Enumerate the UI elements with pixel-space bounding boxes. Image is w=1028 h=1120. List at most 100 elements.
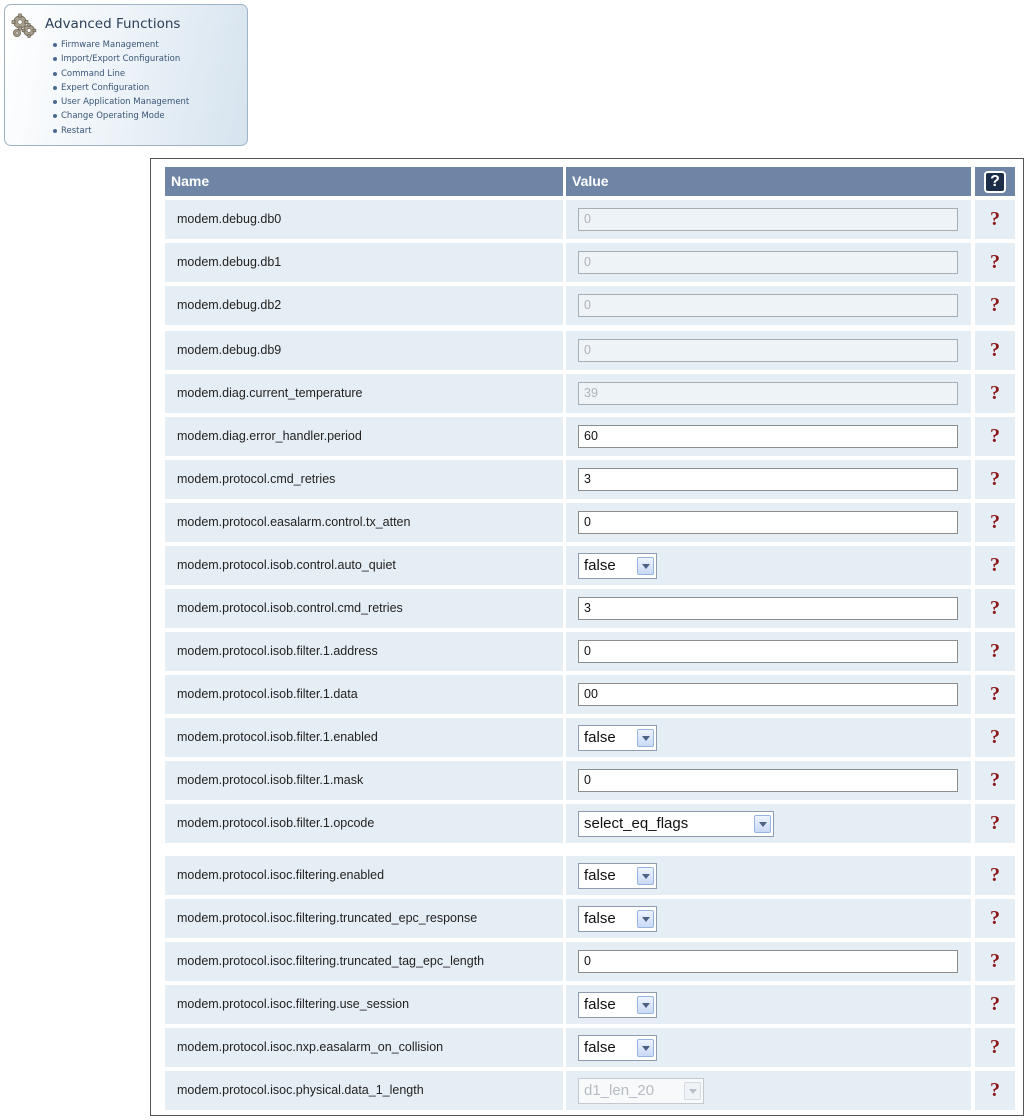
parameter-name: modem.protocol.isoc.nxp.easalarm_on_coll… [165,1028,563,1067]
question-mark-icon[interactable]: ? [990,640,1000,662]
question-mark-icon[interactable]: ? [990,251,1000,273]
help-cell: ? [975,856,1015,895]
parameter-value-cell: d1_len_20 [566,1071,971,1110]
chevron-down-icon[interactable] [637,996,654,1014]
question-mark-icon[interactable]: ? [990,864,1000,886]
question-mark-icon[interactable]: ? [990,950,1000,972]
column-header-value: Value [566,167,971,196]
selected-option: false [584,996,616,1013]
question-mark-icon[interactable]: ? [990,1079,1000,1101]
help-icon[interactable]: ? [984,171,1006,193]
parameter-select[interactable]: false [578,992,657,1018]
parameter-select[interactable]: false [578,553,657,579]
parameter-name: modem.protocol.isob.control.cmd_retries [165,589,563,628]
nav-link[interactable]: Restart [52,124,189,138]
parameter-value-cell: 3 [566,589,971,628]
question-mark-icon[interactable]: ? [990,382,1000,404]
chevron-down-icon[interactable] [637,1039,654,1057]
parameter-input[interactable]: 00 [578,683,958,706]
parameter-input[interactable]: 0 [578,511,958,534]
parameter-value-cell: 0 [566,331,971,370]
chevron-down-icon[interactable] [637,557,654,575]
parameter-value-cell: 0 [566,286,971,325]
column-header-name: Name [165,167,563,196]
parameter-name: modem.protocol.isob.filter.1.enabled [165,718,563,757]
advanced-functions-title: Advanced Functions [45,16,181,32]
advanced-functions-panel: Advanced Functions Firmware Management Im… [4,4,248,146]
selected-option: false [584,729,616,746]
parameter-value-cell: false [566,1028,971,1067]
parameter-value-cell: false [566,718,971,757]
help-cell: ? [975,460,1015,499]
help-cell: ? [975,243,1015,282]
parameter-input: 0 [578,294,958,317]
parameter-select[interactable]: select_eq_flags [578,811,774,837]
nav-link[interactable]: Change Operating Mode [52,109,189,123]
nav-link[interactable]: Import/Export Configuration [52,52,189,66]
parameter-input[interactable]: 0 [578,769,958,792]
selected-option: false [584,1039,616,1056]
help-cell: ? [975,804,1015,843]
parameter-input: 0 [578,251,958,274]
parameter-value-cell: 0 [566,503,971,542]
nav-link[interactable]: Firmware Management [52,38,189,52]
parameter-input[interactable]: 60 [578,425,958,448]
help-cell: ? [975,546,1015,585]
nav-link[interactable]: Expert Configuration [52,81,189,95]
parameter-input: 0 [578,208,958,231]
question-mark-icon[interactable]: ? [990,294,1000,316]
parameter-input[interactable]: 0 [578,950,958,973]
chevron-down-icon[interactable] [637,867,654,885]
question-mark-icon[interactable]: ? [990,511,1000,533]
parameter-value-cell: 00 [566,675,971,714]
parameter-select[interactable]: false [578,1035,657,1061]
question-mark-icon[interactable]: ? [990,993,1000,1015]
question-mark-icon[interactable]: ? [990,769,1000,791]
help-cell: ? [975,761,1015,800]
question-mark-icon[interactable]: ? [990,726,1000,748]
parameter-table: Name Value ? modem.debug.db0 0? modem.debu… [150,158,1024,1116]
help-cell: ? [975,417,1015,456]
parameter-name: modem.protocol.isoc.filtering.enabled [165,856,563,895]
selected-option: false [584,557,616,574]
nav-link[interactable]: Command Line [52,67,189,81]
nav-link[interactable]: User Application Management [52,95,189,109]
question-mark-icon[interactable]: ? [990,683,1000,705]
help-cell: ? [975,286,1015,325]
parameter-select[interactable]: false [578,906,657,932]
help-cell: ? [975,718,1015,757]
parameter-value-cell: 0 [566,761,971,800]
parameter-select[interactable]: false [578,863,657,889]
parameter-value-cell: false [566,856,971,895]
question-mark-icon[interactable]: ? [990,907,1000,929]
parameter-value-cell: 0 [566,632,971,671]
chevron-down-icon[interactable] [754,815,771,833]
parameter-input[interactable]: 3 [578,597,958,620]
question-mark-icon[interactable]: ? [990,812,1000,834]
question-mark-icon[interactable]: ? [990,597,1000,619]
selected-option: select_eq_flags [584,815,689,832]
question-mark-icon[interactable]: ? [990,468,1000,490]
chevron-down-icon[interactable] [637,910,654,928]
parameter-select[interactable]: false [578,725,657,751]
question-mark-icon[interactable]: ? [990,554,1000,576]
parameter-name: modem.protocol.isoc.filtering.truncated_… [165,899,563,938]
selected-option: false [584,910,616,927]
parameter-name: modem.debug.db9 [165,331,563,370]
parameter-input[interactable]: 3 [578,468,958,491]
help-cell: ? [975,374,1015,413]
parameter-name: modem.protocol.easalarm.control.tx_atten [165,503,563,542]
chevron-down-icon[interactable] [637,729,654,747]
help-cell: ? [975,589,1015,628]
help-cell: ? [975,331,1015,370]
question-mark-icon[interactable]: ? [990,339,1000,361]
help-cell: ? [975,675,1015,714]
parameter-input[interactable]: 0 [578,640,958,663]
question-mark-icon[interactable]: ? [990,425,1000,447]
parameter-value-cell: 60 [566,417,971,456]
question-mark-icon[interactable]: ? [990,208,1000,230]
column-header-help[interactable]: ? [975,167,1015,196]
parameter-name: modem.protocol.isob.control.auto_quiet [165,546,563,585]
parameter-value-cell: false [566,546,971,585]
question-mark-icon[interactable]: ? [990,1036,1000,1058]
